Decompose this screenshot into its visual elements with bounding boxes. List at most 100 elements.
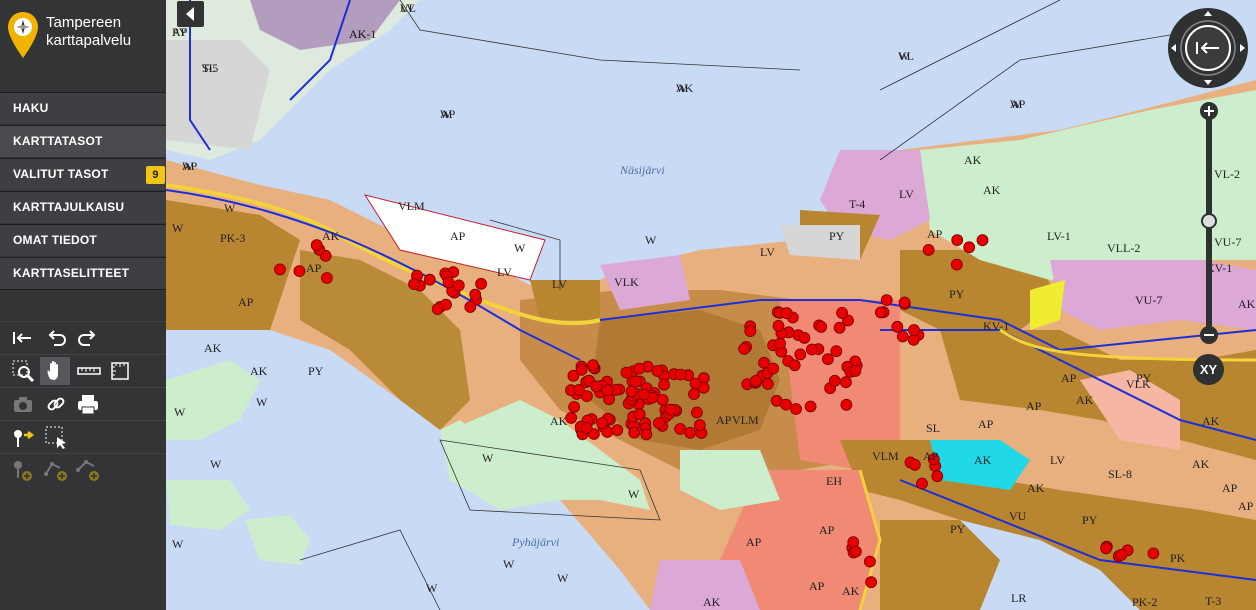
point-marker[interactable] — [674, 423, 687, 435]
point-marker[interactable] — [633, 362, 646, 375]
point-marker[interactable] — [749, 374, 762, 387]
undo-icon[interactable] — [42, 324, 70, 352]
point-marker[interactable] — [898, 296, 911, 309]
point-marker[interactable] — [630, 375, 642, 388]
point-marker[interactable] — [590, 380, 602, 393]
select-area-icon[interactable] — [42, 423, 70, 451]
point-marker[interactable] — [767, 362, 780, 375]
point-marker[interactable] — [320, 272, 333, 284]
point-marker[interactable] — [864, 555, 876, 568]
menu-karttaselitteet[interactable]: KARTTASELITTEET — [0, 257, 166, 290]
point-marker[interactable] — [874, 306, 887, 319]
measure-area-icon[interactable] — [106, 357, 134, 385]
point-marker[interactable] — [408, 278, 421, 291]
point-marker[interactable] — [565, 411, 578, 424]
point-marker[interactable] — [664, 403, 677, 416]
app-logo[interactable]: Tampereen karttapalvelu — [0, 0, 166, 92]
point-marker[interactable] — [762, 378, 774, 390]
point-marker[interactable] — [850, 545, 862, 558]
point-marker[interactable] — [587, 359, 599, 372]
point-marker[interactable] — [688, 388, 700, 401]
point-marker[interactable] — [293, 265, 306, 278]
coordinate-tool-button[interactable]: XY — [1193, 354, 1224, 385]
point-marker[interactable] — [601, 384, 614, 397]
zoom-box-icon[interactable] — [9, 357, 37, 385]
print-icon[interactable] — [74, 390, 102, 418]
point-marker[interactable] — [611, 424, 624, 437]
point-marker[interactable] — [794, 348, 807, 361]
point-marker[interactable] — [909, 458, 921, 471]
point-marker[interactable] — [830, 345, 843, 358]
pan-navigation-control[interactable] — [1167, 7, 1249, 89]
feature-info-icon[interactable] — [9, 423, 37, 451]
point-marker[interactable] — [806, 343, 818, 356]
point-marker[interactable] — [464, 301, 477, 313]
point-marker[interactable] — [442, 276, 455, 289]
point-marker[interactable] — [625, 385, 638, 398]
add-area-icon[interactable] — [74, 456, 102, 484]
point-marker[interactable] — [575, 363, 588, 376]
point-marker[interactable] — [798, 331, 811, 344]
point-marker[interactable] — [790, 403, 802, 415]
point-marker[interactable] — [907, 333, 920, 346]
point-marker[interactable] — [691, 406, 703, 419]
point-marker[interactable] — [891, 320, 904, 333]
point-marker[interactable] — [651, 365, 664, 377]
point-marker[interactable] — [693, 419, 706, 432]
menu-karttatasot[interactable]: KARTTATASOT — [0, 125, 166, 157]
menu-haku[interactable]: HAKU — [0, 92, 166, 124]
point-marker[interactable] — [580, 421, 593, 434]
point-marker[interactable] — [633, 408, 646, 421]
point-marker[interactable] — [638, 388, 650, 401]
point-marker[interactable] — [620, 366, 633, 379]
point-marker[interactable] — [828, 374, 841, 387]
point-marker[interactable] — [469, 288, 482, 301]
camera-icon[interactable] — [9, 390, 37, 418]
point-marker[interactable] — [840, 398, 853, 411]
point-marker[interactable] — [1115, 548, 1128, 561]
zoning-map[interactable]: LVPY AK-1T-5WWWWWWWWWWWWWWWWWWPK-3APAKAPA… — [166, 0, 1256, 610]
point-marker[interactable] — [475, 277, 488, 290]
history-reset-icon[interactable] — [9, 324, 37, 352]
point-marker[interactable] — [836, 306, 848, 319]
point-marker[interactable] — [573, 383, 585, 396]
point-marker[interactable] — [896, 330, 909, 343]
point-marker[interactable] — [1147, 547, 1160, 560]
point-marker[interactable] — [568, 401, 580, 413]
point-marker[interactable] — [780, 398, 792, 411]
point-marker[interactable] — [815, 320, 828, 333]
zoom-slider[interactable] — [1199, 100, 1219, 350]
point-marker[interactable] — [274, 263, 286, 276]
point-marker[interactable] — [865, 576, 877, 589]
measure-line-icon[interactable] — [75, 357, 103, 385]
point-marker[interactable] — [628, 426, 641, 439]
point-marker[interactable] — [423, 273, 436, 286]
point-marker[interactable] — [822, 353, 834, 366]
add-point-icon[interactable] — [9, 456, 37, 484]
point-marker[interactable] — [931, 470, 944, 483]
point-marker[interactable] — [772, 319, 785, 332]
point-marker[interactable] — [788, 359, 801, 372]
point-marker[interactable] — [658, 378, 670, 391]
menu-valitut-tasot[interactable]: VALITUT TASOT 9 — [0, 158, 166, 190]
point-marker[interactable] — [849, 364, 862, 377]
point-marker[interactable] — [951, 234, 964, 247]
point-marker[interactable] — [653, 417, 665, 430]
point-marker[interactable] — [963, 241, 976, 254]
point-marker[interactable] — [840, 376, 852, 389]
redo-icon[interactable] — [74, 324, 102, 352]
pan-tool-selected[interactable] — [40, 357, 70, 385]
map-canvas[interactable]: LV PY AK-1 T-5 W W W W W W W W W W W W W W W W W W PK-3 AP AK AP A… — [166, 0, 1256, 610]
collapse-sidebar-button[interactable] — [177, 1, 204, 27]
point-marker[interactable] — [780, 307, 793, 320]
point-marker[interactable] — [431, 303, 444, 316]
point-marker[interactable] — [950, 258, 963, 271]
point-marker[interactable] — [880, 294, 893, 307]
menu-omat-tiedot[interactable]: OMAT TIEDOT — [0, 224, 166, 256]
point-marker[interactable] — [640, 428, 653, 441]
point-marker[interactable] — [774, 337, 786, 350]
add-line-icon[interactable] — [42, 456, 70, 484]
point-marker[interactable] — [674, 368, 687, 381]
point-marker[interactable] — [916, 477, 928, 490]
point-marker[interactable] — [310, 239, 323, 252]
